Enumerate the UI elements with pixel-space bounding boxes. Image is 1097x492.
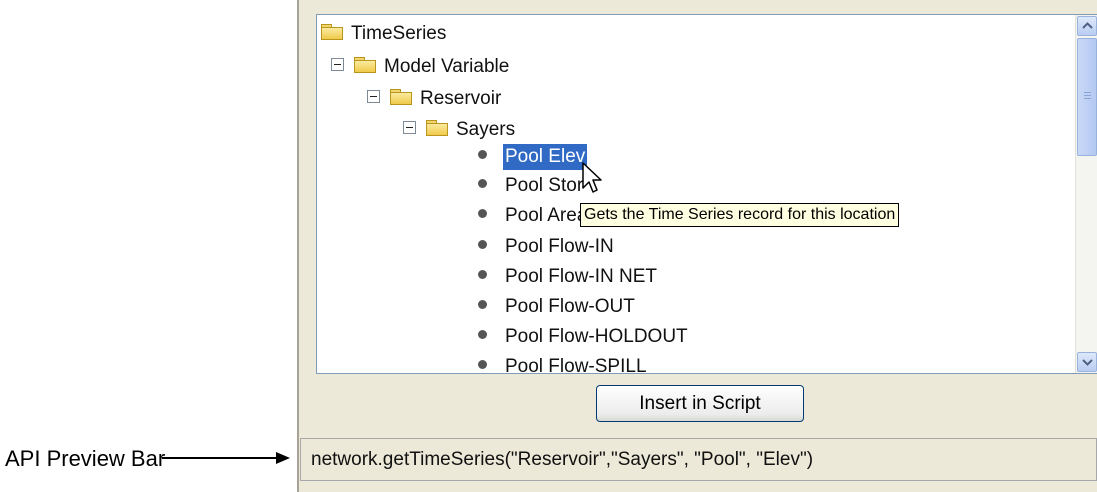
tree-item-label: Pool Area bbox=[505, 205, 588, 226]
tree-item-label: Pool Elev bbox=[503, 144, 588, 170]
tree-item-pool-flow-in-net[interactable]: Pool Flow-IN NET bbox=[478, 264, 659, 290]
bullet-icon bbox=[478, 270, 487, 280]
insert-in-script-button[interactable]: Insert in Script bbox=[596, 385, 804, 422]
collapse-icon[interactable] bbox=[403, 121, 416, 135]
annotation-label: API Preview Bar bbox=[5, 446, 166, 471]
tree-item-reservoir[interactable]: Reservoir bbox=[367, 86, 503, 112]
scroll-down-button[interactable] bbox=[1077, 352, 1097, 372]
arrow-icon bbox=[162, 452, 290, 464]
tree-item-label: Pool Flow-SPILL bbox=[505, 356, 647, 373]
bullet-icon bbox=[478, 209, 487, 219]
folder-icon bbox=[390, 89, 412, 106]
tree-item-pool-flow-spill[interactable]: Pool Flow-SPILL bbox=[478, 354, 649, 373]
tree-item-pool-area[interactable]: Pool Area bbox=[478, 203, 589, 229]
tree-item-model-variable[interactable]: Model Variable bbox=[331, 54, 511, 80]
tree-item-label: Pool Flow-OUT bbox=[505, 296, 635, 317]
bullet-icon bbox=[478, 360, 487, 370]
tree-item-label: Pool Flow-HOLDOUT bbox=[505, 326, 688, 347]
tree-item-sayers[interactable]: Sayers bbox=[403, 117, 517, 143]
mouse-cursor-icon bbox=[582, 162, 602, 193]
tree-item-timeseries[interactable]: TimeSeries bbox=[321, 21, 448, 47]
bullet-icon bbox=[478, 150, 487, 160]
tree-item-label: Model Variable bbox=[384, 56, 510, 77]
bullet-icon bbox=[478, 300, 487, 310]
bullet-icon bbox=[478, 240, 487, 250]
api-preview-bar: network.getTimeSeries("Reservoir","Sayer… bbox=[300, 438, 1097, 481]
collapse-icon[interactable] bbox=[331, 58, 344, 72]
tree-item-label: TimeSeries bbox=[351, 23, 447, 44]
collapse-icon[interactable] bbox=[367, 90, 380, 104]
tree-item-pool-elev[interactable]: Pool Elev bbox=[478, 144, 588, 170]
tree-item-pool-flow-out[interactable]: Pool Flow-OUT bbox=[478, 294, 637, 320]
bullet-icon bbox=[478, 330, 487, 340]
tree-item-label: Pool Stor bbox=[505, 175, 584, 196]
tree-item-label: Reservoir bbox=[420, 88, 502, 109]
scroll-thumb[interactable] bbox=[1077, 38, 1097, 156]
tree-item-pool-flow-in[interactable]: Pool Flow-IN bbox=[478, 234, 616, 260]
tree-item-pool-stor[interactable]: Pool Stor bbox=[478, 173, 585, 199]
vertical-scrollbar[interactable] bbox=[1075, 15, 1097, 373]
tree-content: TimeSeries Model Variable Reservoir Saye… bbox=[317, 15, 1076, 373]
tree-item-pool-flow-holdout[interactable]: Pool Flow-HOLDOUT bbox=[478, 324, 690, 350]
scroll-up-icon bbox=[1082, 22, 1093, 29]
scroll-down-icon bbox=[1082, 359, 1093, 366]
folder-icon bbox=[354, 57, 376, 74]
scroll-grip bbox=[1084, 92, 1091, 101]
tree-item-label: Sayers bbox=[456, 119, 516, 140]
folder-icon bbox=[321, 24, 343, 41]
tree-item-label: Pool Flow-IN bbox=[505, 236, 614, 257]
bullet-icon bbox=[478, 179, 487, 189]
scroll-up-button[interactable] bbox=[1077, 16, 1097, 36]
tooltip: Gets the Time Series record for this loc… bbox=[580, 203, 900, 227]
folder-icon bbox=[426, 120, 448, 137]
tree-view[interactable]: TimeSeries Model Variable Reservoir Saye… bbox=[316, 14, 1097, 374]
tree-item-label: Pool Flow-IN NET bbox=[505, 266, 658, 287]
